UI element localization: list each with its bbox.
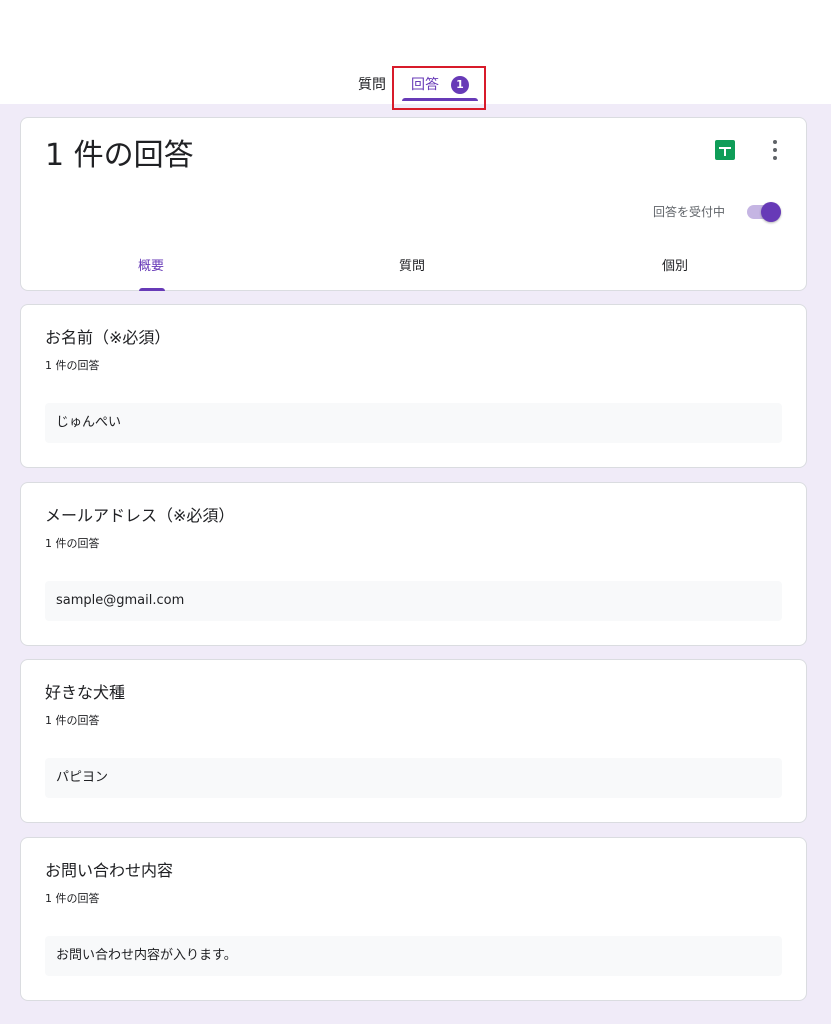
response-count: 1 件の回答 <box>45 359 100 372</box>
answer-item: sample@gmail.com <box>45 581 782 621</box>
question-card: 好きな犬種 1 件の回答 パピヨン <box>20 659 807 823</box>
tab-responses-indicator <box>402 98 478 101</box>
tab-summary[interactable]: 概要 <box>138 258 164 276</box>
page-title: 1 件の回答 <box>45 138 194 173</box>
answer-item: お問い合わせ内容が入ります。 <box>45 936 782 976</box>
response-count: 1 件の回答 <box>45 714 100 727</box>
tab-individual[interactable]: 個別 <box>662 258 688 276</box>
question-card: メールアドレス（※必須） 1 件の回答 sample@gmail.com <box>20 482 807 646</box>
response-count-badge: 1 <box>451 76 469 94</box>
tab-summary-indicator <box>139 288 165 291</box>
more-vert-icon[interactable] <box>765 138 785 162</box>
tab-question[interactable]: 質問 <box>399 258 425 276</box>
google-sheets-icon[interactable] <box>715 140 735 160</box>
question-title: メールアドレス（※必須） <box>45 506 235 525</box>
top-bar: 質問 回答 1 <box>0 0 831 110</box>
question-title: 好きな犬種 <box>45 683 126 702</box>
answer-item: パピヨン <box>45 758 782 798</box>
question-card: お名前（※必須） 1 件の回答 じゅんぺい <box>20 304 807 468</box>
tab-questions[interactable]: 質問 <box>358 76 386 94</box>
accepting-responses-toggle[interactable] <box>745 202 785 222</box>
tab-responses-label: 回答 <box>411 77 439 93</box>
accepting-responses-label: 回答を受付中 <box>653 205 726 219</box>
summary-card: 1 件の回答 回答を受付中 概要 質問 個別 <box>20 117 807 291</box>
question-title: お問い合わせ内容 <box>45 861 174 880</box>
question-title: お名前（※必須） <box>45 328 171 347</box>
question-card: お問い合わせ内容 1 件の回答 お問い合わせ内容が入ります。 <box>20 837 807 1001</box>
response-count: 1 件の回答 <box>45 537 100 550</box>
answer-item: じゅんぺい <box>45 403 782 443</box>
tab-responses[interactable]: 回答 1 <box>411 76 469 94</box>
response-count: 1 件の回答 <box>45 892 100 905</box>
